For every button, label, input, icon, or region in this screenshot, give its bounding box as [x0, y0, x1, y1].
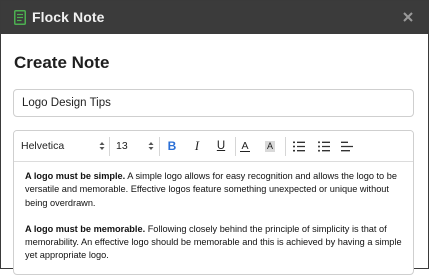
underline-label: U [216, 140, 226, 152]
bold-label: B [167, 139, 177, 153]
toolbar-divider [159, 137, 160, 156]
note-icon [14, 10, 26, 25]
align-left-icon [341, 141, 353, 151]
note-title-input[interactable] [13, 89, 414, 117]
select-caret-icon [148, 142, 154, 150]
bulleted-list-button[interactable] [314, 136, 334, 156]
numbered-list-icon [293, 141, 305, 151]
rich-text-editor: Helvetica 13 B I U A A A logo must be si… [13, 130, 414, 275]
font-family-select[interactable]: Helvetica [21, 131, 105, 161]
numbered-list-button[interactable] [289, 136, 309, 156]
close-button[interactable] [400, 8, 416, 26]
title-bar: Flock Note [1, 1, 428, 34]
highlight-label: A [264, 140, 275, 152]
paragraph-lead: A logo must be memorable. [25, 223, 146, 234]
toolbar-divider [285, 137, 286, 156]
text-color-button[interactable]: A [235, 136, 255, 156]
flock-note-window: Flock Note Create Note Helvetica 13 [0, 0, 429, 275]
italic-label: I [194, 138, 200, 153]
select-caret-icon [99, 142, 105, 150]
editor-content[interactable]: A logo must be simple. A simple logo all… [25, 170, 405, 274]
underline-button[interactable]: U [211, 136, 231, 156]
content-paragraph: A logo must be simple. A simple logo all… [25, 170, 405, 210]
toolbar-divider [109, 137, 110, 156]
align-left-button[interactable] [337, 136, 357, 156]
bulleted-list-icon [318, 140, 330, 152]
highlight-button[interactable]: A [260, 136, 280, 156]
font-size-value: 13 [116, 140, 128, 152]
content-paragraph: A logo must be memorable. Following clos… [25, 223, 405, 263]
font-family-value: Helvetica [21, 140, 65, 152]
text-color-label: A [240, 139, 250, 152]
window-title: Flock Note [32, 9, 105, 25]
close-icon [403, 12, 413, 22]
font-size-select[interactable]: 13 [116, 131, 154, 161]
italic-button[interactable]: I [187, 136, 207, 156]
paragraph-lead: A logo must be simple. [25, 171, 126, 181]
page-title: Create Note [14, 53, 110, 72]
editor-toolbar: Helvetica 13 B I U A A [14, 131, 413, 162]
bold-button[interactable]: B [162, 136, 182, 156]
